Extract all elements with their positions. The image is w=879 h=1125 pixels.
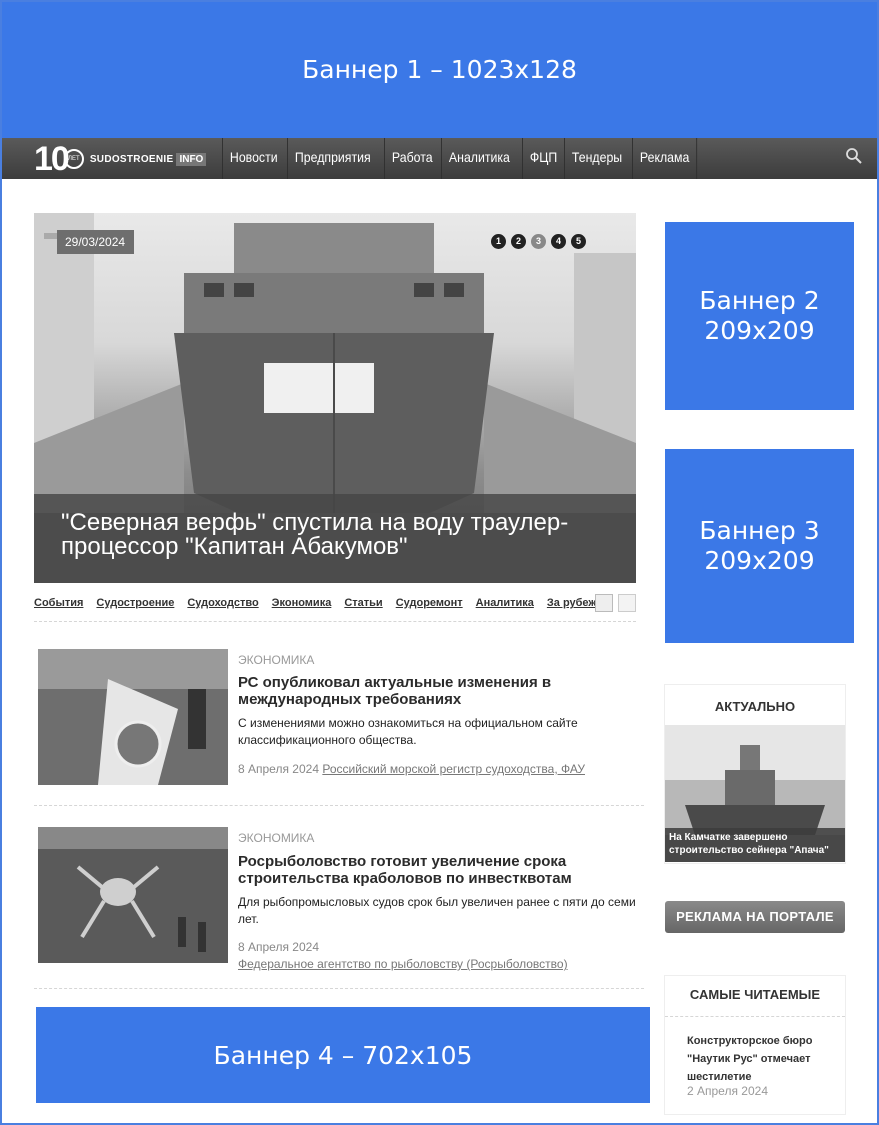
banner-2[interactable]: Баннер 2 209x209 <box>665 222 854 410</box>
banner-2-label-2: 209x209 <box>704 316 815 345</box>
category-events[interactable]: События <box>34 597 83 609</box>
site-logo[interactable]: 10 ЛЕТ SUDOSTROENIE INFO <box>34 140 207 178</box>
article-2-desc: Для рыбопромысловых судов срок был увели… <box>238 895 636 926</box>
article-1-date: 8 Апреля 2024 <box>238 762 319 776</box>
logo-ten: 10 <box>34 140 70 178</box>
article-2-thumbnail[interactable] <box>38 827 228 963</box>
nav-item-analytics[interactable]: Аналитика <box>441 138 517 179</box>
banner-3-label-1: Баннер 3 <box>699 516 820 545</box>
banner-1[interactable]: Баннер 1 – 1023x128 <box>0 0 879 138</box>
article-2-date: 8 Апреля 2024 <box>238 940 319 954</box>
divider <box>665 1016 845 1017</box>
article-2-image <box>38 827 228 963</box>
divider <box>34 621 636 622</box>
nav-item-tenders[interactable]: Тендеры <box>563 138 629 179</box>
nav-item-news[interactable]: Новости <box>222 138 285 179</box>
popular-heading: САМЫЕ ЧИТАЕМЫЕ <box>689 987 821 1002</box>
category-shipbuilding[interactable]: Судостроение <box>96 597 174 609</box>
banner-4[interactable]: Баннер 4 – 702x105 <box>36 1007 650 1103</box>
logo-let: ЛЕТ <box>63 149 84 169</box>
nav-item-ads[interactable]: Реклама <box>631 138 698 179</box>
slide-dot-3[interactable]: 3 <box>531 234 546 249</box>
category-shipping[interactable]: Судоходство <box>187 597 258 609</box>
slide-dot-4[interactable]: 4 <box>551 234 566 249</box>
article-1-category[interactable]: Экономика <box>238 653 314 667</box>
category-analytics[interactable]: Аналитика <box>476 597 534 609</box>
article-2-meta: 8 Апреля 2024 Федеральное агентство по р… <box>238 939 638 973</box>
category-articles[interactable]: Статьи <box>344 597 382 609</box>
nav-menu: Новости Предприятия Работа Аналитика ФЦП… <box>222 138 700 179</box>
article-1-image <box>38 649 228 785</box>
search-icon[interactable] <box>845 147 863 165</box>
article-2-source[interactable]: Федеральное агентство по рыболовству (Ро… <box>238 957 568 971</box>
slide-dot-2[interactable]: 2 <box>511 234 526 249</box>
grid-view-icon[interactable] <box>618 594 636 612</box>
advertise-button[interactable]: РЕКЛАМА НА ПОРТАЛЕ <box>665 901 845 933</box>
category-tabs: События Судостроение Судоходство Экономи… <box>34 597 611 609</box>
banner-3[interactable]: Баннер 3 209x209 <box>665 449 854 643</box>
logo-name: SUDOSTROENIE <box>89 153 174 165</box>
slide-dot-5[interactable]: 5 <box>571 234 586 249</box>
aktual-heading: АКТУАЛЬНО <box>714 699 796 714</box>
article-2-title[interactable]: Росрыболовство готовит увеличение срока … <box>238 853 638 887</box>
slide-dot-1[interactable]: 1 <box>491 234 506 249</box>
banner-1-label: Баннер 1 – 1023x128 <box>302 54 577 84</box>
article-1-meta: 8 Апреля 2024 Российский морской регистр… <box>238 761 638 778</box>
aktual-caption[interactable]: На Камчатке завершено строительство сейн… <box>665 828 845 862</box>
popular-item-title[interactable]: Конструкторское бюро "Наутик Рус" отмеча… <box>687 1032 827 1086</box>
divider <box>34 988 644 989</box>
list-view-icon[interactable] <box>595 594 613 612</box>
article-1-title[interactable]: РС опубликовал актуальные изменения в ме… <box>238 674 638 708</box>
article-1-thumbnail[interactable] <box>38 649 228 785</box>
hero-date-badge: 29/03/2024 <box>57 230 135 254</box>
nav-item-companies[interactable]: Предприятия <box>287 138 378 179</box>
banner-4-label: Баннер 4 – 702x105 <box>213 1040 473 1070</box>
banner-2-label-1: Баннер 2 <box>699 286 820 315</box>
hero-title[interactable]: "Северная верфь" спустила на воду трауле… <box>61 511 621 559</box>
category-ship-repair[interactable]: Судоремонт <box>396 597 463 609</box>
banner-3-label-2: 209x209 <box>704 546 815 575</box>
article-1-desc: С изменениями можно ознакомиться на офиц… <box>238 716 578 747</box>
divider <box>34 805 644 806</box>
category-economy[interactable]: Экономика <box>272 597 332 609</box>
article-1-source[interactable]: Российский морской регистр судоходства, … <box>322 762 585 776</box>
article-2-category[interactable]: Экономика <box>238 831 314 845</box>
logo-info: INFO <box>176 152 207 166</box>
slider-pagination: 1 2 3 4 5 <box>491 234 586 249</box>
nav-item-fcp[interactable]: ФЦП <box>521 138 564 179</box>
nav-item-jobs[interactable]: Работа <box>384 138 440 179</box>
popular-item-date: 2 Апреля 2024 <box>687 1084 768 1098</box>
